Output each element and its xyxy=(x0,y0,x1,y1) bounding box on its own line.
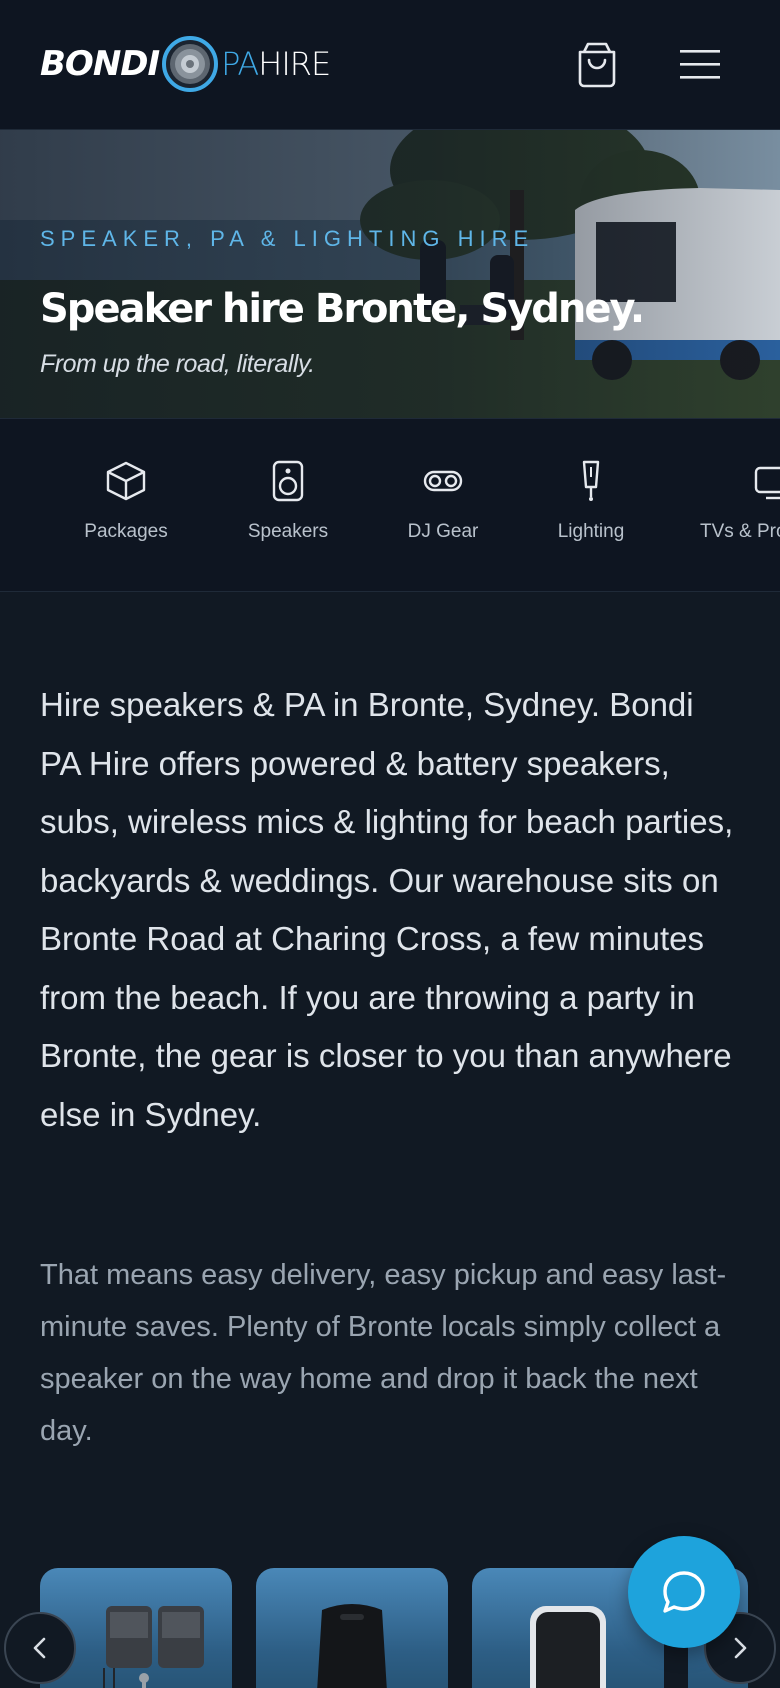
cart-button[interactable] xyxy=(574,40,620,90)
logo-text-bondi: BONDI xyxy=(40,44,160,84)
category-nav: Packages Speakers DJ Gear Lighting TVs &… xyxy=(0,418,780,592)
tv-icon xyxy=(754,466,780,500)
category-lighting[interactable]: Lighting xyxy=(550,459,632,569)
dj-gear-icon xyxy=(423,470,463,492)
intro-paragraph: Hire speakers & PA in Bronte, Sydney. Bo… xyxy=(40,686,734,1133)
speaker-logo-icon xyxy=(162,36,219,92)
carousel-prev-button[interactable] xyxy=(4,1612,76,1684)
product-card[interactable] xyxy=(256,1568,448,1688)
speaker-icon xyxy=(272,460,304,502)
hamburger-menu-icon xyxy=(680,50,720,79)
shopping-bag-icon xyxy=(578,42,616,88)
hero-subtitle: From up the road, literally. xyxy=(40,350,315,378)
chevron-right-icon xyxy=(734,1637,747,1659)
site-logo[interactable]: BONDI PA HIRE xyxy=(40,34,331,94)
logo-text-pa: PA xyxy=(221,45,259,83)
box-icon xyxy=(106,461,146,501)
category-label: Speakers xyxy=(247,521,329,542)
category-label: DJ Gear xyxy=(407,521,479,542)
logo-text-hire: HIRE xyxy=(258,45,331,83)
hero-kicker: SPEAKER, PA & LIGHTING HIRE xyxy=(40,226,535,251)
category-dj-gear[interactable]: DJ Gear xyxy=(400,459,486,569)
speaker-image xyxy=(317,1604,387,1688)
chat-button[interactable] xyxy=(628,1536,740,1648)
category-packages[interactable]: Packages xyxy=(78,459,174,569)
category-label: TVs & Projectors xyxy=(700,521,780,542)
menu-button[interactable] xyxy=(676,44,724,84)
chat-bubble-icon xyxy=(663,1571,705,1613)
secondary-paragraph: That means easy delivery, easy pickup an… xyxy=(40,1259,727,1447)
hero-banner: SPEAKER, PA & LIGHTING HIRE Speaker hire… xyxy=(0,130,780,418)
category-label: Packages xyxy=(84,521,168,542)
site-header: BONDI PA HIRE xyxy=(0,0,780,130)
hero-title: Speaker hire Bronte, Sydney. xyxy=(40,286,645,332)
category-speakers[interactable]: Speakers xyxy=(242,459,334,569)
light-icon xyxy=(582,460,600,501)
category-tvs[interactable]: TVs & Projectors xyxy=(700,459,780,569)
chevron-left-icon xyxy=(33,1637,46,1659)
category-label: Lighting xyxy=(557,521,625,542)
